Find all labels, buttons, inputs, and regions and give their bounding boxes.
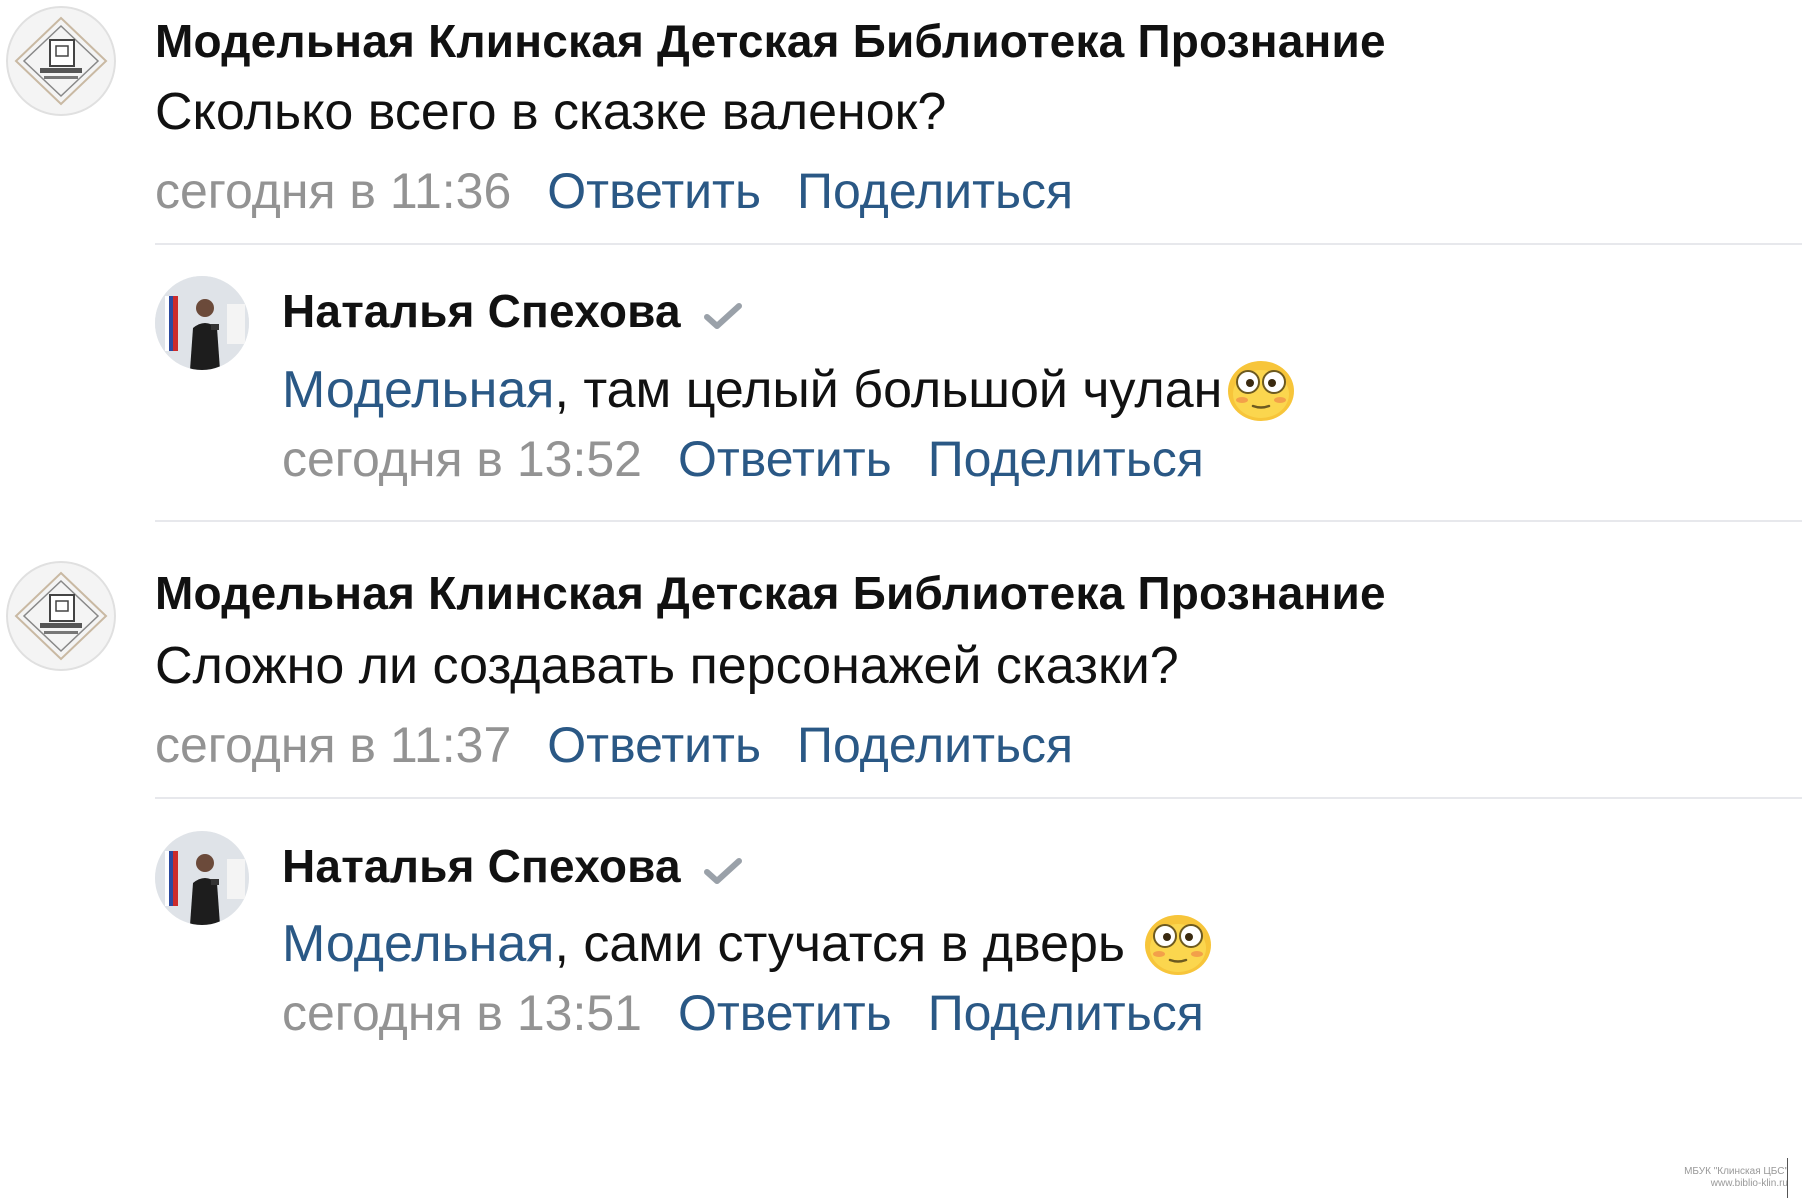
author-name[interactable]: Наталья Спехова (282, 840, 681, 892)
avatar[interactable] (155, 276, 249, 370)
comment-meta: сегодня в 11:37 Ответить Поделиться (155, 720, 1073, 770)
comment-meta: сегодня в 11:36 Ответить Поделиться (155, 166, 1073, 216)
avatar[interactable] (6, 561, 116, 671)
flushed-face-emoji (1143, 910, 1213, 985)
watermark-line1: МБУК "Клинская ЦБС" (1684, 1166, 1788, 1177)
share-button[interactable]: Поделиться (797, 163, 1073, 219)
divider (155, 520, 1802, 522)
user-photo-icon (155, 276, 249, 370)
mention-link[interactable]: Модельная (282, 915, 554, 973)
comment-meta: сегодня в 13:52 Ответить Поделиться (282, 434, 1204, 484)
comment-date[interactable]: сегодня в 13:51 (282, 985, 642, 1041)
author-name[interactable]: Наталья Спехова (282, 285, 681, 337)
user-photo-icon (155, 831, 249, 925)
comment-date[interactable]: сегодня в 11:36 (155, 163, 511, 219)
share-button[interactable]: Поделиться (928, 431, 1204, 487)
avatar[interactable] (6, 6, 116, 116)
divider (155, 243, 1802, 245)
divider (155, 797, 1802, 799)
comment-text: Модельная, сами стучатся в дверь (282, 910, 1213, 985)
watermark: МБУК "Клинская ЦБС" www.biblio-klin.ru (1684, 1166, 1788, 1190)
reply-button[interactable]: Ответить (547, 717, 761, 773)
comment-author[interactable]: Модельная Клинская Детская Библиотека Пр… (155, 18, 1386, 64)
comment-author[interactable]: Наталья Спехова (282, 288, 743, 338)
verified-check-icon (703, 292, 743, 338)
flushed-face-emoji (1226, 356, 1296, 431)
comment-text: Сложно ли создавать персонажей сказки? (155, 637, 1179, 695)
comment-text: Модельная, там целый большой чулан (282, 356, 1296, 431)
comment-date[interactable]: сегодня в 13:52 (282, 431, 642, 487)
share-button[interactable]: Поделиться (928, 985, 1204, 1041)
comment-body: , сами стучатся в дверь (554, 915, 1140, 974)
watermark-divider (1787, 1158, 1788, 1198)
comment-author[interactable]: Наталья Спехова (282, 843, 743, 893)
mention-link[interactable]: Модельная (282, 361, 554, 419)
share-button[interactable]: Поделиться (797, 717, 1073, 773)
comment-text: Сколько всего в сказке валенок? (155, 83, 947, 141)
comment-date[interactable]: сегодня в 11:37 (155, 717, 511, 773)
watermark-line2: www.biblio-klin.ru (1710, 1178, 1788, 1189)
reply-button[interactable]: Ответить (678, 985, 892, 1041)
verified-check-icon (703, 847, 743, 893)
comment-meta: сегодня в 13:51 Ответить Поделиться (282, 988, 1204, 1038)
reply-button[interactable]: Ответить (547, 163, 761, 219)
comment-body: , там целый большой чулан (554, 361, 1223, 420)
comment-author[interactable]: Модельная Клинская Детская Библиотека Пр… (155, 570, 1386, 616)
reply-button[interactable]: Ответить (678, 431, 892, 487)
library-logo-icon (6, 6, 116, 116)
avatar[interactable] (155, 831, 249, 925)
library-logo-icon (6, 561, 116, 671)
